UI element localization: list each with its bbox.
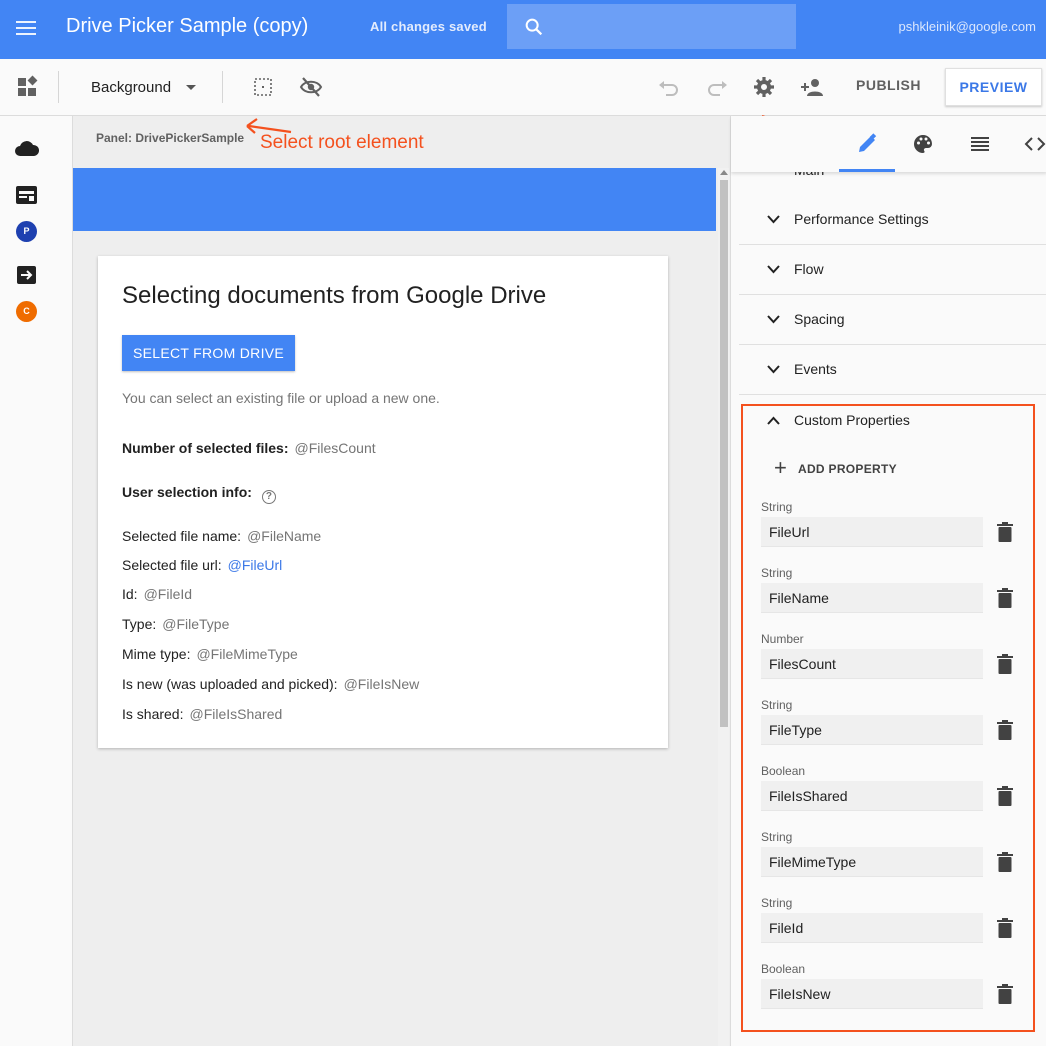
field-row: Selected file url: @FileUrl — [122, 557, 282, 573]
app-title: Drive Picker Sample (copy) — [66, 15, 309, 37]
property-tabs — [731, 116, 1046, 172]
list-icon[interactable] — [968, 132, 992, 156]
section-flow[interactable]: Flow — [739, 245, 1046, 295]
hint-text: You can select an existing file or uploa… — [122, 390, 440, 406]
section-events[interactable]: Events — [739, 345, 1046, 395]
user-email[interactable]: pshkleinik@google.com — [899, 19, 1037, 34]
field-value: @FileId — [143, 586, 193, 602]
section-title: Events — [794, 361, 837, 377]
field-row: Id: @FileId — [122, 586, 192, 602]
toolbar: Background PUBLISH PREVIEW — [0, 59, 1046, 116]
background-select[interactable]: Background — [91, 79, 171, 96]
left-rail: P C — [0, 116, 73, 1046]
undo-icon[interactable] — [657, 75, 681, 99]
field-label: Type: — [122, 616, 157, 632]
user-selection-label: User selection info: — [122, 484, 252, 500]
field-label: Is new (was uploaded and picked): — [122, 676, 338, 692]
search-icon — [525, 18, 543, 36]
content-card[interactable]: Selecting documents from Google Drive SE… — [98, 256, 668, 748]
field-label: Selected file name: — [122, 528, 242, 544]
page-icon[interactable] — [16, 186, 37, 204]
field-value: @FileType — [162, 616, 230, 632]
highlight-box — [741, 404, 1035, 1032]
section-title: Performance Settings — [794, 211, 929, 227]
field-label: Mime type: — [122, 646, 191, 662]
app-bar: Drive Picker Sample (copy) All changes s… — [0, 0, 1046, 59]
widgets-icon[interactable] — [15, 75, 39, 99]
chevron-down-icon[interactable] — [186, 85, 196, 90]
field-value: @FileMimeType — [196, 646, 298, 662]
chevron-down-icon — [767, 315, 780, 324]
annotation-label: Select root element — [260, 132, 424, 153]
page-avatar-p[interactable]: P — [16, 221, 37, 242]
files-count-row: Number of selected files: @FilesCount — [122, 440, 376, 456]
grid-icon[interactable] — [251, 75, 275, 99]
field-row: Selected file name: @FileName — [122, 528, 321, 544]
section-title: Spacing — [794, 311, 845, 327]
files-count-label: Number of selected files: — [122, 440, 289, 456]
nav-arrow-icon[interactable] — [17, 266, 36, 284]
share-person-add-icon[interactable] — [800, 75, 824, 99]
divider — [58, 71, 59, 103]
code-icon[interactable] — [1023, 132, 1046, 156]
chevron-down-icon — [767, 365, 780, 374]
active-tab-indicator — [839, 169, 895, 172]
section-spacing[interactable]: Spacing — [739, 295, 1046, 345]
redo-icon[interactable] — [705, 75, 729, 99]
cloud-icon[interactable] — [14, 138, 40, 158]
field-row: Is new (was uploaded and picked): @FileIs… — [122, 676, 419, 692]
visibility-off-icon[interactable] — [299, 75, 323, 99]
field-value-link[interactable]: @FileUrl — [228, 557, 283, 573]
chevron-down-icon — [767, 265, 780, 274]
pencil-icon[interactable] — [855, 132, 879, 156]
canvas-scrollbar[interactable] — [718, 168, 729, 1046]
field-value: @FileIsNew — [343, 676, 420, 692]
settings-gear-icon[interactable] — [752, 75, 776, 99]
menu-icon[interactable] — [14, 18, 38, 38]
save-status: All changes saved — [370, 19, 487, 34]
help-icon[interactable]: ? — [261, 490, 276, 504]
field-row: Mime type: @FileMimeType — [122, 646, 298, 662]
preview-button[interactable]: PREVIEW — [945, 68, 1042, 106]
canvas-header-bar[interactable] — [73, 168, 716, 231]
section-performance[interactable]: Performance Settings — [739, 195, 1046, 245]
chevron-down-icon — [767, 215, 780, 224]
breadcrumb[interactable]: Panel: DrivePickerSample — [96, 131, 244, 145]
field-value: @FileName — [247, 528, 322, 544]
user-selection-row: User selection info:? — [122, 484, 276, 504]
field-value: @FileIsShared — [189, 706, 283, 722]
field-label: Is shared: — [122, 706, 184, 722]
card-heading: Selecting documents from Google Drive — [122, 282, 547, 309]
palette-icon[interactable] — [911, 132, 935, 156]
divider — [222, 71, 223, 103]
select-from-drive-button[interactable]: SELECT FROM DRIVE — [122, 335, 295, 371]
search-box[interactable] — [507, 4, 796, 49]
field-row: Is shared: @FileIsShared — [122, 706, 282, 722]
field-row: Type: @FileType — [122, 616, 229, 632]
field-label: Selected file url: — [122, 557, 222, 573]
field-label: Id: — [122, 586, 138, 602]
files-count-value: @FilesCount — [294, 440, 376, 456]
section-title: Flow — [794, 261, 824, 277]
page-avatar-c[interactable]: C — [16, 301, 37, 322]
publish-button[interactable]: PUBLISH — [856, 77, 921, 93]
